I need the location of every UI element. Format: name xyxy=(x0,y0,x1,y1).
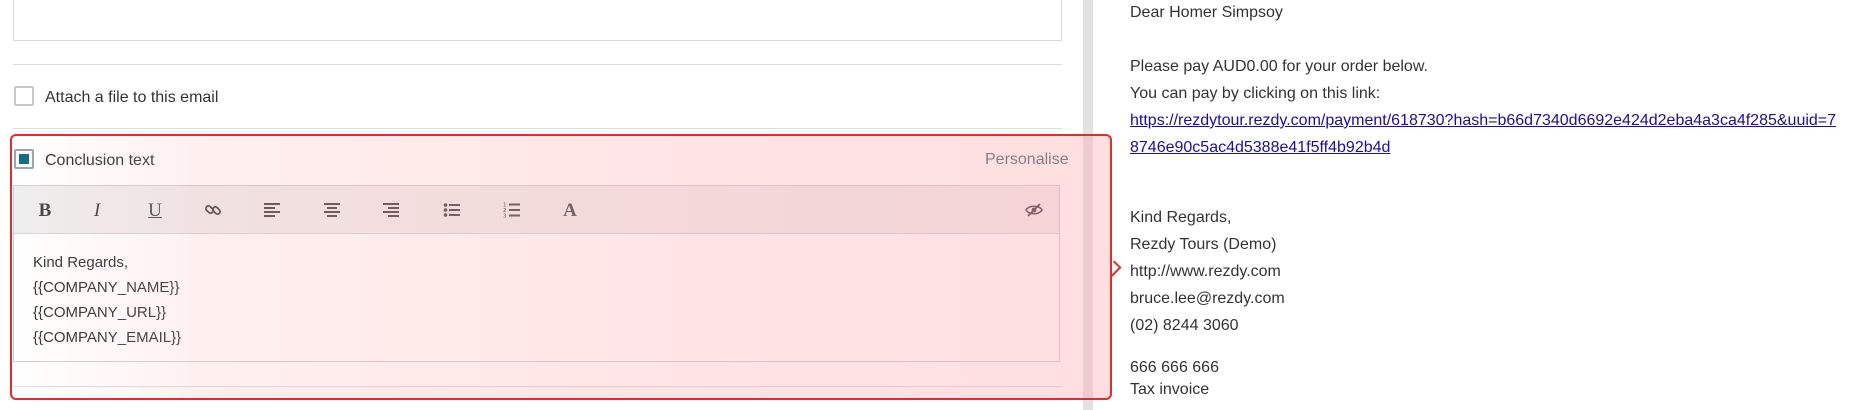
font-color-button[interactable]: A xyxy=(556,196,584,224)
align-left-button[interactable] xyxy=(258,196,286,224)
preview-extra-number: 666 666 666 xyxy=(1130,359,1219,376)
pane-divider[interactable] xyxy=(1083,0,1093,410)
checkbox-checked-mark xyxy=(19,154,29,164)
align-left-icon xyxy=(264,203,280,217)
editor-line: Kind Regards, xyxy=(33,254,129,271)
personalise-link[interactable]: Personalise xyxy=(985,151,1069,169)
previous-section-textarea[interactable] xyxy=(13,0,1062,41)
toggle-source-button[interactable] xyxy=(1020,196,1048,224)
editor-line: {{COMPANY_NAME}} xyxy=(33,279,180,296)
bullet-list-button[interactable] xyxy=(438,196,466,224)
align-right-button[interactable] xyxy=(377,196,405,224)
italic-icon: I xyxy=(93,199,101,221)
email-editor-pane: Attach a file to this email Conclusion t… xyxy=(0,0,1070,410)
editor-line: {{COMPANY_EMAIL}} xyxy=(33,329,182,346)
link-icon xyxy=(205,205,221,215)
align-right-icon xyxy=(383,203,399,217)
divider xyxy=(13,386,1062,387)
bullet-list-icon xyxy=(443,203,460,217)
payment-link[interactable]: https://rezdytour.rezdy.com/payment/6187… xyxy=(1130,112,1836,130)
conclusion-rich-text-editor: B I U 1 2 3 A Kind Regards, {{COMPANY_NA… xyxy=(13,185,1060,362)
divider xyxy=(13,64,1062,65)
numbered-list-icon: 1 2 3 xyxy=(503,203,520,220)
preview-pay-line: Please pay AUD0.00 for your order below. xyxy=(1130,58,1428,75)
link-button[interactable] xyxy=(199,196,227,224)
email-template-editor: Attach a file to this email Conclusion t… xyxy=(0,0,1852,410)
preview-company-phone: (02) 8244 3060 xyxy=(1130,317,1239,334)
underline-icon: U xyxy=(148,199,162,221)
eye-slash-icon xyxy=(1025,203,1043,217)
preview-tax-invoice: Tax invoice xyxy=(1130,381,1210,398)
editor-toolbar: B I U 1 2 3 A xyxy=(14,186,1059,234)
svg-text:3: 3 xyxy=(503,214,507,220)
editor-content-area[interactable]: Kind Regards, {{COMPANY_NAME}} {{COMPANY… xyxy=(14,234,1059,361)
align-center-icon xyxy=(324,203,340,217)
preview-company-name: Rezdy Tours (Demo) xyxy=(1130,236,1277,253)
preview-greeting: Dear Homer Simpsoy xyxy=(1130,4,1283,21)
italic-button[interactable]: I xyxy=(83,196,111,224)
align-center-button[interactable] xyxy=(318,196,346,224)
bold-button[interactable]: B xyxy=(31,196,59,224)
editor-line: {{COMPANY_URL}} xyxy=(33,304,167,321)
font-color-icon: A xyxy=(563,199,577,221)
conclusion-text-label: Conclusion text xyxy=(45,152,155,169)
numbered-list-button[interactable]: 1 2 3 xyxy=(498,196,526,224)
bold-icon: B xyxy=(38,199,52,221)
payment-link-continued[interactable]: 8746e90c5ac4d5388e41f5ff4b92b4d xyxy=(1130,139,1390,157)
preview-company-email: bruce.lee@rezdy.com xyxy=(1130,290,1285,307)
preview-signoff: Kind Regards, xyxy=(1130,209,1232,226)
divider xyxy=(13,128,1062,129)
underline-button[interactable]: U xyxy=(141,196,169,224)
highlight-pointer xyxy=(1104,260,1122,278)
attach-file-checkbox[interactable] xyxy=(14,86,34,106)
preview-link-intro: You can pay by clicking on this link: xyxy=(1130,85,1381,102)
preview-company-url: http://www.rezdy.com xyxy=(1130,263,1281,280)
attach-file-label: Attach a file to this email xyxy=(45,89,219,106)
email-preview-pane: Dear Homer Simpsoy Please pay AUD0.00 fo… xyxy=(1120,0,1852,410)
conclusion-text-checkbox[interactable] xyxy=(14,149,34,169)
